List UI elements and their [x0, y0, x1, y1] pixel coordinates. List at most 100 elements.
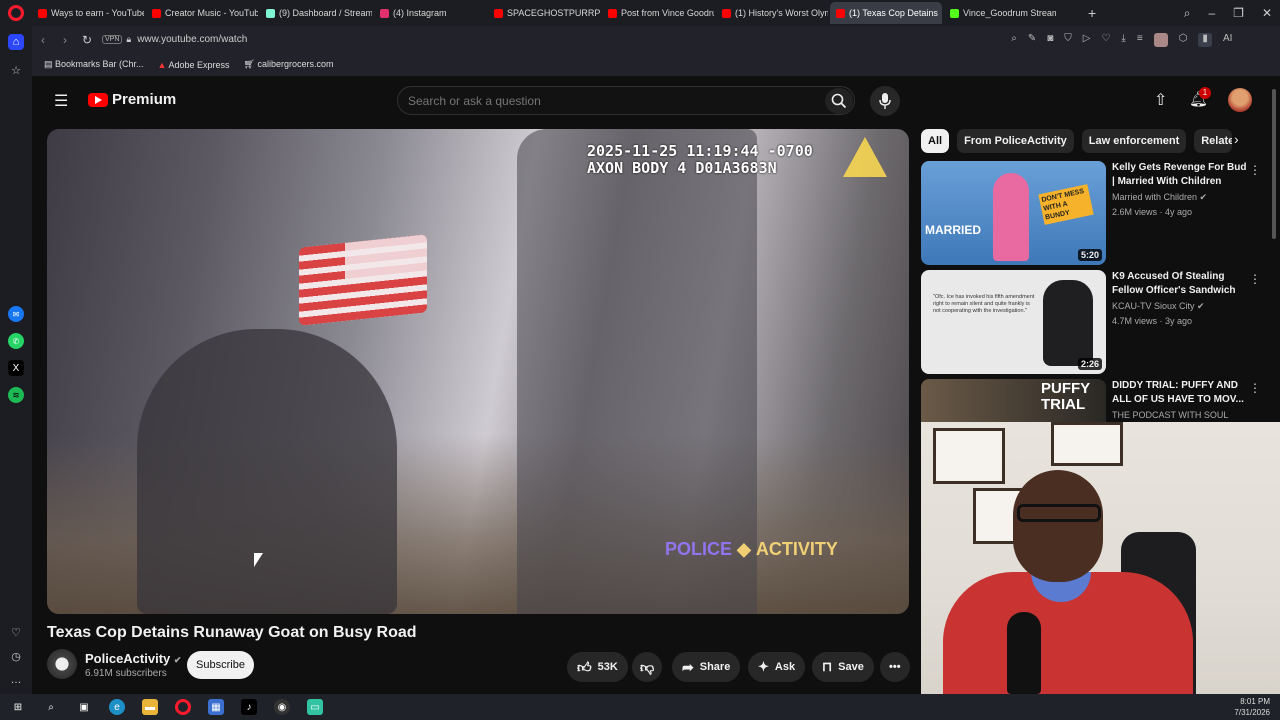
system-clock[interactable]: 8:01 PM 7/31/2026	[1234, 696, 1270, 718]
url-field[interactable]: www.youtube.com/watch	[137, 34, 957, 45]
browser-tab[interactable]: Post from Vince Goodrum	[602, 2, 714, 24]
youtube-logo[interactable]: Premium	[88, 91, 176, 108]
more-icon[interactable]: …	[8, 672, 24, 688]
chip-law-enforcement[interactable]: Law enforcement	[1081, 129, 1187, 153]
obs-icon[interactable]: ◉	[274, 699, 290, 715]
browser-tab[interactable]: Ways to earn - YouTube S	[32, 2, 144, 24]
video-player[interactable]: 2025-11-25 11:19:44 -0700 AXON BODY 4 D0…	[47, 129, 909, 614]
search-box[interactable]	[397, 86, 855, 115]
search-input[interactable]	[408, 93, 808, 108]
upload-icon[interactable]: ⇧	[1154, 90, 1167, 110]
tab-favicon-icon	[152, 8, 161, 18]
menu-icon[interactable]: ≡	[1137, 33, 1143, 47]
save-button[interactable]: ⊓ Save	[812, 652, 874, 682]
edge-icon[interactable]: e	[109, 699, 125, 715]
chip-all[interactable]: All	[921, 129, 950, 153]
minimize-icon[interactable]: –	[1208, 6, 1215, 20]
kebab-menu-icon[interactable]: ⋮	[1249, 163, 1261, 177]
voice-search-button[interactable]	[870, 86, 900, 116]
channel-avatar[interactable]	[47, 649, 77, 679]
recommendation-channel[interactable]: Married with Children ✔︎	[1112, 192, 1207, 203]
reload-icon[interactable]: ↻	[76, 33, 98, 47]
chips-next-icon[interactable]: ›	[1234, 131, 1239, 147]
close-icon[interactable]: ✕	[1262, 6, 1272, 20]
streamlabs-icon[interactable]: ▭	[307, 699, 323, 715]
bookmark-item[interactable]: ▤ Bookmarks Bar (Chr...	[44, 59, 144, 70]
recommendation-title[interactable]: DIDDY TRIAL: PUFFY AND ALL OF US HAVE TO…	[1112, 379, 1252, 407]
home-icon[interactable]: ⌂	[8, 34, 24, 50]
verified-icon: ✔︎	[173, 655, 182, 665]
edit-icon[interactable]: ✎	[1028, 33, 1036, 47]
file-explorer-icon[interactable]: ▬	[142, 699, 158, 715]
sidebar-toggle-icon[interactable]: ▮	[1198, 32, 1212, 47]
spotify-icon[interactable]: ≋	[8, 387, 24, 403]
profile-avatar[interactable]	[1153, 32, 1168, 47]
new-tab-button[interactable]: +	[1088, 5, 1096, 21]
search-icon[interactable]: ⌕	[43, 699, 59, 715]
browser-tab[interactable]: (1) History's Worst Olymp	[716, 2, 828, 24]
page-scrollbar[interactable]	[1272, 89, 1276, 239]
recommendation-title[interactable]: Kelly Gets Revenge For Bud | Married Wit…	[1112, 161, 1252, 189]
shield-icon[interactable]: ⛉	[1064, 33, 1072, 47]
chip-related[interactable]: Related	[1194, 129, 1233, 153]
download-icon[interactable]: ⤓	[1121, 33, 1125, 47]
browser-tab[interactable]: (4) Instagram	[374, 2, 486, 24]
task-view-icon[interactable]: ▣	[76, 699, 92, 715]
vpn-badge[interactable]: VPN	[102, 35, 123, 44]
store-icon[interactable]: ▦	[208, 699, 224, 715]
windows-start-icon[interactable]: ⊞	[10, 699, 26, 715]
history-icon[interactable]: ◷	[8, 648, 24, 664]
subscribe-button[interactable]: Subscribe	[187, 651, 254, 679]
windows-taskbar: ⊞ ⌕ ▣ e ▬ ▦ ♪ ◉ ▭ 8:01 PM 7/31/2026	[0, 694, 1280, 720]
dislike-button[interactable]: 👎︎	[632, 652, 663, 682]
thumbnail-text: PUFFY TRIAL	[1041, 380, 1090, 413]
browser-tab[interactable]: (1) Texas Cop Detains	[830, 2, 942, 24]
browser-tab[interactable]: (9) Dashboard / Streamlab	[260, 2, 372, 24]
recommendation-item[interactable]: "Ofc. Ice has invoked his fifth amendmen…	[921, 270, 1271, 374]
browser-tab[interactable]: Vince_Goodrum Stream -	[944, 2, 1056, 24]
recommendation-title[interactable]: K9 Accused Of Stealing Fellow Officer's …	[1112, 270, 1252, 298]
search-tabs-icon[interactable]: ⌕	[1184, 6, 1191, 21]
heart-icon[interactable]: ♡	[1101, 33, 1110, 47]
browser-tab[interactable]: Creator Music - YouTube S	[146, 2, 258, 24]
streamer-glasses	[1017, 504, 1101, 522]
like-button[interactable]: 👍︎ 53K	[567, 652, 628, 682]
more-actions-button[interactable]: •••	[880, 652, 910, 682]
share-button[interactable]: ➦ Share	[672, 652, 741, 682]
opera-menu-icon[interactable]	[8, 5, 24, 21]
ai-button[interactable]: AI	[1223, 33, 1232, 47]
bookmark-item[interactable]: 🛒︎ calibergrocers.com	[244, 59, 334, 70]
extensions-icon[interactable]: ⬡	[1179, 33, 1188, 47]
pin-icon[interactable]: ☆	[8, 62, 24, 78]
maximize-icon[interactable]: ❐	[1233, 6, 1244, 20]
recommendation-item[interactable]: MARRIED DON'T MESS WITH A BUNDY 5:20 Kel…	[921, 161, 1271, 265]
video-thumbnail[interactable]: MARRIED DON'T MESS WITH A BUNDY 5:20	[921, 161, 1106, 265]
kebab-menu-icon[interactable]: ⋮	[1249, 381, 1261, 395]
back-icon[interactable]: ‹	[32, 33, 54, 47]
zoom-icon[interactable]: ⌕	[1011, 33, 1017, 47]
recommendation-channel[interactable]: KCAU-TV Sioux City ✔︎	[1112, 301, 1205, 312]
opera-icon[interactable]	[175, 699, 191, 715]
x-icon[interactable]: X	[8, 360, 24, 376]
bookmark-item[interactable]: ▲ Adobe Express	[158, 60, 230, 70]
recommendation-channel[interactable]: THE PODCAST WITH SOUL	[1112, 410, 1228, 420]
whatsapp-icon[interactable]: ✆	[8, 333, 24, 349]
tiktok-icon[interactable]: ♪	[241, 699, 257, 715]
browser-tab[interactable]: SPACEGHOSTPURRP & D	[488, 2, 600, 24]
streamer-head	[1013, 470, 1103, 582]
forward-icon[interactable]: ›	[54, 33, 76, 47]
kebab-menu-icon[interactable]: ⋮	[1249, 272, 1261, 286]
channel-name[interactable]: PoliceActivity ✔︎	[85, 651, 181, 666]
heart-icon[interactable]: ♡	[8, 624, 24, 640]
ask-button[interactable]: ✦ Ask	[748, 652, 806, 682]
notification-count-badge: 1	[1199, 87, 1211, 99]
messenger-icon[interactable]: ✉	[8, 306, 24, 322]
play-icon[interactable]: ▷	[1083, 33, 1091, 47]
account-avatar[interactable]	[1228, 88, 1252, 112]
thumbs-up-icon: 👍︎	[577, 658, 592, 675]
hamburger-menu-icon[interactable]: ☰	[54, 91, 68, 111]
video-thumbnail[interactable]: "Ofc. Ice has invoked his fifth amendmen…	[921, 270, 1106, 374]
chip-from-channel[interactable]: From PoliceActivity	[957, 129, 1074, 153]
camera-icon[interactable]: ◙	[1047, 33, 1053, 47]
search-button[interactable]	[825, 88, 853, 114]
